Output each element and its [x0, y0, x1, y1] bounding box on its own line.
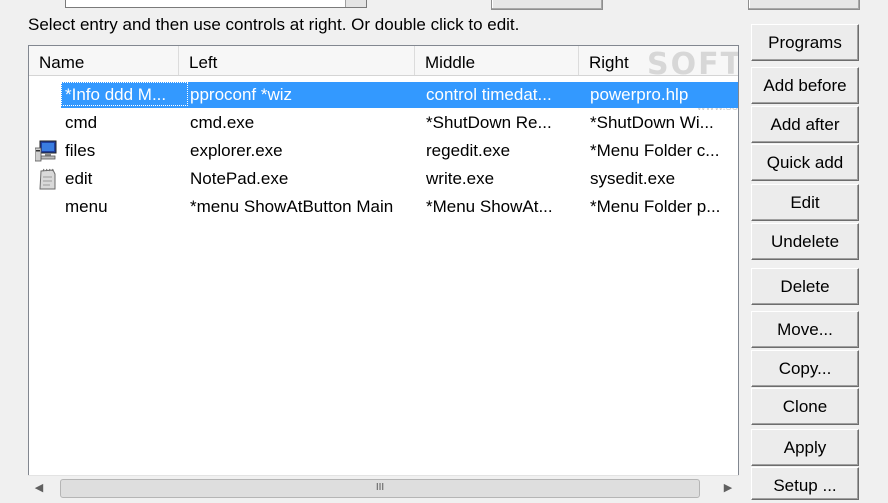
cell-right: sysedit.exe: [590, 169, 676, 188]
edit-button[interactable]: Edit: [751, 184, 859, 221]
quick-add-button[interactable]: Quick add: [751, 144, 859, 181]
cell-right: *Menu Folder c...: [590, 141, 720, 160]
cell-name: *Info ddd M...: [65, 85, 167, 104]
cell-left: cmd.exe: [190, 113, 255, 132]
computer-icon: [35, 140, 57, 162]
list-row-cmd[interactable]: cmd cmd.exe *ShutDown Re... *ShutDown Wi…: [29, 109, 738, 137]
cell-name: cmd: [65, 113, 98, 132]
undelete-button[interactable]: Undelete: [751, 223, 859, 260]
cell-left: explorer.exe: [190, 141, 283, 160]
scroll-left-arrow-icon[interactable]: ◀: [28, 476, 50, 501]
entries-list-view[interactable]: Name Left Middle Right SOFTPEDIA www.sof…: [28, 45, 739, 500]
cell-right: *Menu Folder p...: [590, 197, 721, 216]
clone-button[interactable]: Clone: [751, 388, 859, 425]
column-header-name[interactable]: Name: [29, 46, 179, 75]
list-row-edit[interactable]: edit NotePad.exe write.exe sysedit.exe: [29, 165, 738, 193]
cell-right: *ShutDown Wi...: [590, 113, 714, 132]
instructions-label: Select entry and then use controls at ri…: [28, 15, 520, 34]
combo-dropdown-button[interactable]: [345, 0, 366, 7]
document-icon: [39, 168, 56, 190]
top-toolbar-strip: [0, 0, 888, 14]
delete-button[interactable]: Delete: [751, 268, 859, 305]
cell-left: pproconf *wiz: [190, 85, 293, 104]
cell-name: menu: [65, 197, 108, 216]
thumb-grip-icon: III: [375, 482, 385, 493]
cell-middle: write.exe: [426, 169, 495, 188]
cell-left: NotePad.exe: [190, 169, 289, 188]
column-header-middle[interactable]: Middle: [415, 46, 579, 75]
list-row-files[interactable]: files explorer.exe regedit.exe *Menu Fol…: [29, 137, 738, 165]
list-row-info[interactable]: *Info ddd M... pproconf *wiz control tim…: [29, 81, 738, 109]
top-middle-button[interactable]: [491, 0, 603, 10]
list-header: Name Left Middle Right: [29, 46, 738, 76]
add-after-button[interactable]: Add after: [751, 106, 859, 143]
scrollbar-thumb[interactable]: III: [60, 479, 700, 498]
cell-middle: control timedat...: [426, 85, 552, 104]
cell-middle: *Menu ShowAt...: [426, 197, 553, 216]
cell-name: files: [65, 141, 96, 160]
cell-left: *menu ShowAtButton Main: [190, 197, 394, 216]
move-button[interactable]: Move...: [751, 311, 859, 348]
cell-middle: regedit.exe: [426, 141, 511, 160]
scroll-right-arrow-icon[interactable]: ▶: [717, 476, 739, 501]
programs-button[interactable]: Programs: [751, 24, 859, 61]
horizontal-scrollbar[interactable]: ◀ III ▶: [28, 475, 739, 501]
apply-button[interactable]: Apply: [751, 429, 859, 466]
top-right-button[interactable]: [748, 0, 860, 10]
cell-middle: *ShutDown Re...: [426, 113, 552, 132]
watermark: SOFTPEDIA: [647, 47, 739, 82]
top-combo-box[interactable]: [65, 0, 367, 8]
copy-button[interactable]: Copy...: [751, 350, 859, 387]
add-before-button[interactable]: Add before: [751, 67, 859, 104]
list-row-menu[interactable]: menu *menu ShowAtButton Main *Menu ShowA…: [29, 193, 738, 221]
column-header-left[interactable]: Left: [179, 46, 415, 75]
cell-name: edit: [65, 169, 93, 188]
setup-button[interactable]: Setup ...: [751, 467, 859, 500]
cell-right: powerpro.hlp: [590, 85, 689, 104]
